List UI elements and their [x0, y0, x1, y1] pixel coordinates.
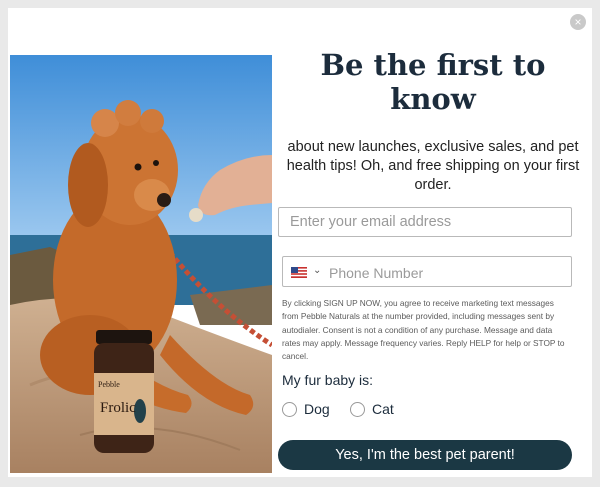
- pet-type-label: My fur baby is:: [282, 372, 374, 388]
- cat-radio[interactable]: [350, 401, 365, 417]
- dog-label: Dog: [304, 401, 330, 417]
- email-input[interactable]: [278, 207, 572, 237]
- subtext: about new launches, exclusive sales, and…: [286, 139, 580, 193]
- bottle-product-text: Frolic: [100, 400, 136, 416]
- us-flag-icon: [291, 267, 307, 278]
- hero-image: Pebble Frolic: [10, 55, 272, 473]
- dog-option[interactable]: Dog: [282, 400, 330, 418]
- sms-disclaimer: By clicking SIGN UP NOW, you agree to re…: [282, 298, 565, 362]
- cat-label: Cat: [372, 401, 394, 417]
- country-code-dropdown[interactable]: ⌄: [291, 265, 323, 279]
- headline: Be the first to know: [320, 48, 546, 116]
- signup-popup: × Pebble Frolic Be the first to know abo…: [8, 8, 592, 477]
- phone-input[interactable]: [327, 257, 571, 288]
- cat-option[interactable]: Cat: [350, 400, 394, 418]
- phone-field: ⌄: [282, 256, 572, 288]
- chevron-down-icon: ⌄: [313, 265, 322, 276]
- bottle-brand-text: Pebble: [98, 380, 120, 389]
- signup-form-panel: Be the first to know about new launches,…: [278, 8, 588, 477]
- dog-radio[interactable]: [282, 401, 297, 417]
- submit-button[interactable]: Yes, I'm the best pet parent!: [278, 440, 572, 470]
